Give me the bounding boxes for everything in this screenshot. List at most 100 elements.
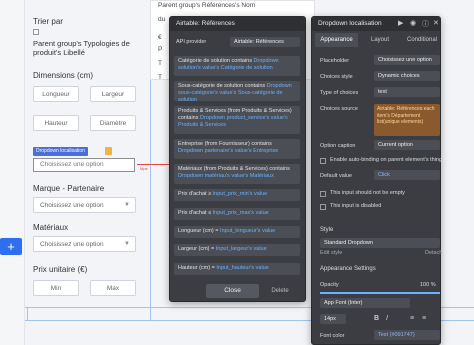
field-prix-max[interactable]: Prix d'achat ≤ Input_prix_max's value (174, 208, 300, 220)
style-select[interactable]: Standard Dropdown (320, 238, 440, 248)
materiaux-placeholder: Choisissez une option (40, 240, 104, 248)
left-gutter (0, 0, 25, 345)
field-prix-min-label: Prix d'achat ≥ (178, 191, 212, 197)
type-of-choices-label: Type of choices (320, 90, 359, 96)
marque-dropdown[interactable]: Choisissez une option ▼ (33, 197, 136, 213)
dropdown-properties-panel: Dropdown localisation (311, 16, 441, 345)
field-longueur-value: Input_longueur's value (220, 228, 276, 234)
du-text: du (158, 16, 166, 23)
type-of-choices-select[interactable]: text (374, 87, 440, 97)
dimensions-label: Dimensions (cm) (33, 71, 94, 80)
disabled-checkbox[interactable] (320, 204, 326, 210)
opacity-value[interactable]: 100 % (420, 282, 436, 288)
edit-style-link[interactable]: Edit style (320, 250, 342, 256)
style-heading: Style (320, 227, 334, 233)
materiaux-label: Matériaux (33, 223, 69, 232)
field-longueur-label: Longueur (cm) = (178, 228, 219, 234)
detach-link[interactable]: Detach (425, 250, 442, 256)
tab-conditional[interactable]: Conditional (402, 33, 442, 47)
font-select[interactable]: App Font (Inter) (320, 298, 410, 308)
auto-binding-label: Enable auto-binding on parent element's … (330, 157, 443, 163)
option-caption-label: Option caption (320, 143, 356, 149)
condition-5-text: Matériaux (from Produits & Services) con… (178, 166, 290, 172)
condition-3[interactable]: Produits & Services (from Produits & Ser… (174, 106, 300, 134)
tab-layout[interactable]: Layout (360, 33, 400, 47)
comment-icon[interactable]: ◉ (410, 19, 416, 27)
choices-source-label: Choices source (320, 106, 358, 112)
field-largeur-label: Largeur (cm) = (178, 246, 215, 252)
opacity-slider-fill (320, 292, 440, 294)
play-icon[interactable]: ▶ (398, 19, 403, 27)
materiaux-dropdown[interactable]: Choisissez une option ▼ (33, 236, 136, 252)
close-icon[interactable]: ✕ (433, 19, 439, 27)
field-prix-max-value: Input_prix_max's value (212, 210, 269, 216)
condition-1[interactable]: Catégorie de solution contains Dropdown … (174, 56, 300, 76)
euro-text: € (158, 34, 162, 41)
prix-label: Prix unitaire (€) (33, 265, 88, 274)
dropdown-panel-title: Dropdown localisation (312, 17, 440, 31)
dropdown-localisation-tag[interactable]: Dropdown localisation (33, 147, 88, 156)
field-prix-min[interactable]: Prix d'achat ≥ Input_prix_min's value (174, 189, 300, 201)
option-caption-value[interactable]: Current option (374, 140, 440, 150)
parent-group-label: Parent group's Typologies de produit's L… (33, 39, 130, 57)
line-p: P (158, 46, 163, 53)
connector-label: Mpe (140, 166, 148, 171)
placeholder-label: Placeholder (320, 58, 350, 64)
italic-icon[interactable]: I (386, 315, 388, 322)
api-provider-label: API provider (176, 39, 207, 45)
choices-style-label: Choices style (320, 74, 353, 80)
field-hauteur[interactable]: Hauteur (cm) = Input_hauteur's value (174, 263, 300, 275)
field-hauteur-label: Hauteur (cm) = (178, 265, 215, 271)
condition-1-text: Catégorie de solution contains (178, 58, 252, 64)
close-button[interactable]: Close (206, 284, 259, 298)
prix-max-input[interactable]: Max (90, 280, 136, 296)
choices-source-value[interactable]: Airtable: Références:each item's Départe… (374, 104, 440, 136)
delete-button[interactable]: Delete (266, 284, 294, 298)
field-longueur[interactable]: Longueur (cm) = Input_longueur's value (174, 226, 300, 238)
add-element-button[interactable]: + (0, 238, 22, 255)
field-prix-min-value: Input_prix_min's value (212, 191, 268, 197)
field-hauteur-value: Input_hauteur's value (216, 265, 269, 271)
line-t2: T (158, 74, 162, 81)
field-largeur-value: Input_largeur's value (215, 246, 267, 252)
api-provider-select[interactable]: Airtable: Références (230, 37, 300, 47)
marque-label: Marque - Partenaire (33, 184, 105, 193)
hauteur-input[interactable]: Hauteur (33, 115, 79, 131)
longueur-input[interactable]: Longueur (33, 86, 79, 102)
largeur-input[interactable]: Largeur (90, 86, 136, 102)
bold-icon[interactable]: B (374, 315, 379, 322)
opacity-slider[interactable] (320, 292, 440, 294)
tab-appearance[interactable]: Appearance (315, 33, 358, 47)
default-value-input[interactable]: Click (374, 170, 440, 180)
marque-placeholder: Choisissez une option (40, 201, 104, 209)
font-color-label: Font color (320, 333, 345, 339)
dropdown-localisation[interactable]: Choisissez une option (33, 158, 135, 172)
disabled-label: This input is disabled (330, 203, 382, 209)
info-icon[interactable]: ⓘ (422, 19, 429, 29)
align-center-icon[interactable]: ≡ (422, 315, 426, 322)
default-value-label: Default value (320, 173, 353, 179)
warning-icon (105, 147, 112, 155)
not-empty-checkbox[interactable] (320, 191, 326, 197)
condition-4-text: Entreprise (from Fournisseur) contains (178, 141, 272, 147)
auto-binding-checkbox[interactable] (320, 158, 326, 164)
opacity-label: Opacity (320, 282, 339, 288)
appearance-settings-heading: Appearance Settings (320, 266, 376, 272)
condition-5[interactable]: Matériaux (from Produits & Services) con… (174, 164, 300, 184)
connector-line (137, 164, 172, 165)
font-color-value[interactable]: Text (#091747) (374, 330, 440, 340)
font-size-select[interactable]: 14px (320, 314, 346, 324)
references-title: Parent group's Références's Nom (158, 2, 256, 9)
align-left-icon[interactable]: ≡ (410, 315, 414, 322)
trier-par-label: Trier par (33, 17, 63, 26)
line-t: T (158, 60, 162, 67)
prix-min-input[interactable]: Min (33, 280, 79, 296)
condition-5-value: Dropdown matériau's value's Matériaux (178, 173, 274, 179)
field-largeur[interactable]: Largeur (cm) = Input_largeur's value (174, 244, 300, 256)
condition-4[interactable]: Entreprise (from Fournisseur) contains D… (174, 139, 300, 159)
placeholder-input[interactable]: Choisissez une option (374, 55, 440, 65)
choices-style-select[interactable]: Dynamic choices (374, 71, 440, 81)
trier-par-checkbox[interactable] (33, 29, 39, 35)
diametre-input[interactable]: Diamètre (90, 115, 136, 131)
condition-2[interactable]: Sous-catégorie de solution contains Drop… (174, 81, 300, 103)
